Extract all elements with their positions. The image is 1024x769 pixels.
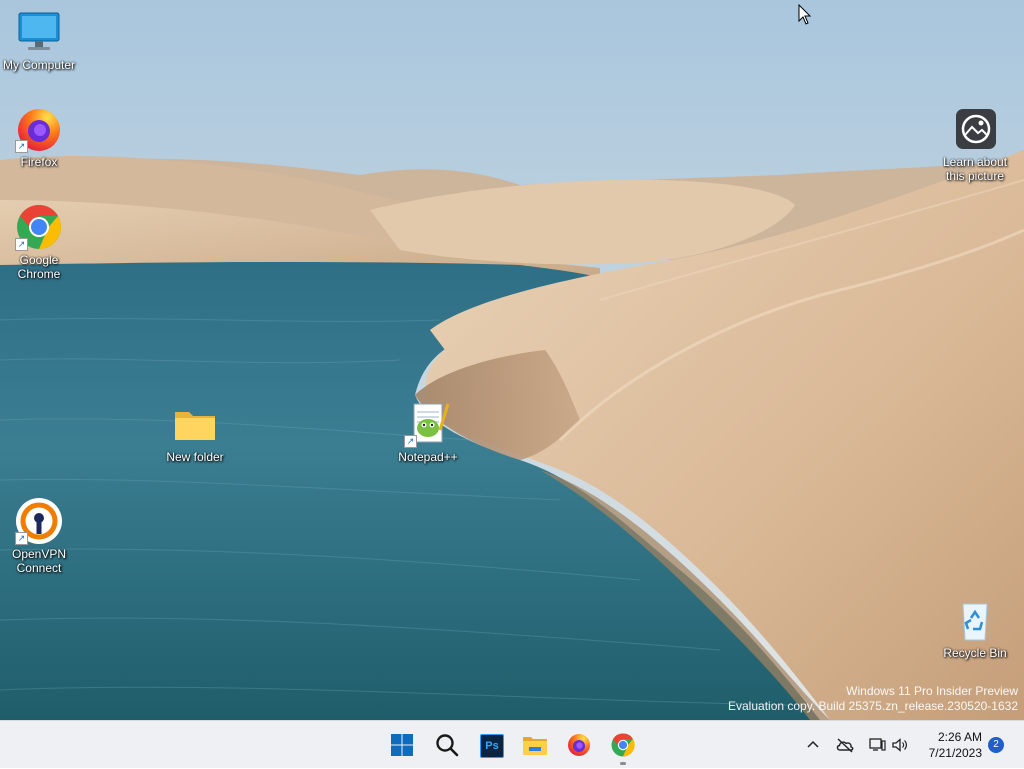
watermark-line-build: Evaluation copy. Build 25375.zn_release.… bbox=[728, 699, 1018, 713]
mouse-cursor-icon bbox=[798, 4, 812, 25]
taskbar-firefox-button[interactable] bbox=[563, 729, 595, 761]
notepadpp-icon: ↗ bbox=[404, 400, 452, 448]
tray-overflow-button[interactable] bbox=[802, 721, 824, 769]
desktop-icon-label: OpenVPN Connect bbox=[11, 547, 67, 575]
desktop-icon-label: Firefox bbox=[20, 155, 58, 169]
taskbar-clock[interactable]: 2:26 AM 7/21/2023 bbox=[929, 729, 982, 761]
wallpaper bbox=[0, 0, 1024, 720]
chrome-icon bbox=[611, 733, 635, 757]
start-icon bbox=[391, 734, 413, 756]
firefox-icon: ↗ bbox=[15, 105, 63, 153]
notification-badge[interactable]: 2 bbox=[988, 737, 1004, 753]
search-button[interactable] bbox=[431, 729, 463, 761]
clock-time: 2:26 AM bbox=[937, 730, 982, 744]
desktop-icon-firefox[interactable]: ↗ Firefox bbox=[1, 105, 77, 169]
desktop-icon-label: Learn about this picture bbox=[942, 155, 1008, 183]
tray-volume-button[interactable] bbox=[889, 721, 911, 769]
tray-onedrive-button[interactable] bbox=[833, 721, 857, 769]
speaker-icon bbox=[892, 738, 907, 752]
shortcut-arrow-icon: ↗ bbox=[15, 532, 28, 545]
shortcut-arrow-icon: ↗ bbox=[15, 238, 28, 251]
search-icon bbox=[436, 734, 459, 757]
recycle-bin-icon bbox=[951, 596, 999, 644]
desktop-icon-my-computer[interactable]: My Computer bbox=[1, 8, 77, 72]
desktop-icon-label: New folder bbox=[166, 450, 224, 464]
desktop-icon-learn-about-picture[interactable]: Learn about this picture bbox=[937, 105, 1013, 183]
image-info-icon bbox=[951, 105, 999, 153]
openvpn-icon: ↗ bbox=[15, 497, 63, 545]
notification-count: 2 bbox=[993, 739, 999, 750]
folder-icon bbox=[171, 400, 219, 448]
desktop-icon-notepadpp[interactable]: ↗ Notepad++ bbox=[390, 400, 466, 464]
desktop-icon-label: My Computer bbox=[2, 58, 76, 72]
firefox-icon bbox=[568, 734, 590, 756]
watermark-line-edition: Windows 11 Pro Insider Preview bbox=[846, 684, 1018, 698]
shortcut-arrow-icon: ↗ bbox=[15, 140, 28, 153]
monitor-icon bbox=[15, 8, 63, 56]
chrome-icon: ↗ bbox=[15, 203, 63, 251]
photoshop-icon: Ps bbox=[480, 734, 504, 758]
start-button[interactable] bbox=[386, 729, 418, 761]
evaluation-watermark: Windows 11 Pro Insider Preview Evaluatio… bbox=[728, 684, 1018, 714]
cloud-offline-icon bbox=[836, 738, 854, 753]
taskbar-chrome-button[interactable] bbox=[607, 729, 639, 765]
desktop-icon-google-chrome[interactable]: ↗ Google Chrome bbox=[1, 203, 77, 281]
file-explorer-icon bbox=[523, 737, 547, 755]
desktop-icon-recycle-bin[interactable]: Recycle Bin bbox=[937, 596, 1013, 660]
desktop[interactable]: My Computer ↗ Firefox ↗ Google Chrome ↗ … bbox=[0, 0, 1024, 720]
tray-network-button[interactable] bbox=[866, 721, 888, 769]
desktop-icon-openvpn-connect[interactable]: ↗ OpenVPN Connect bbox=[1, 497, 77, 575]
taskbar: Ps 2:26 AM 7/21/2023 2 bbox=[0, 720, 1024, 768]
photoshop-icon-label: Ps bbox=[485, 740, 499, 752]
network-icon bbox=[869, 738, 886, 751]
chevron-up-icon bbox=[807, 740, 819, 748]
desktop-icon-label: Notepad++ bbox=[398, 450, 458, 464]
shortcut-arrow-icon: ↗ bbox=[404, 435, 417, 448]
taskbar-photoshop-button[interactable]: Ps bbox=[475, 729, 507, 761]
desktop-icon-new-folder[interactable]: New folder bbox=[157, 400, 233, 464]
clock-date: 7/21/2023 bbox=[928, 746, 982, 760]
desktop-icon-label: Recycle Bin bbox=[943, 646, 1007, 660]
running-indicator bbox=[620, 762, 626, 765]
taskbar-file-explorer-button[interactable] bbox=[519, 729, 551, 761]
desktop-icon-label: Google Chrome bbox=[17, 253, 61, 281]
